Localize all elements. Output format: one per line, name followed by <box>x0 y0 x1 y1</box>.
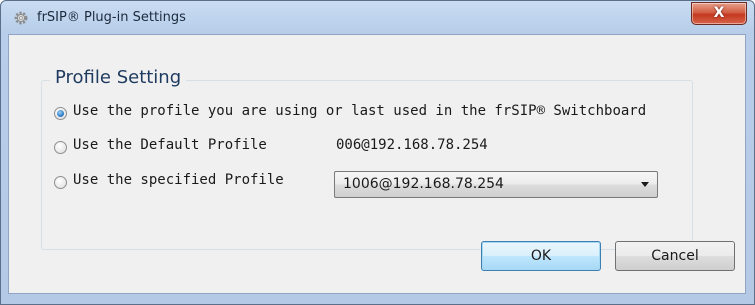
ok-button[interactable]: OK <box>481 241 601 271</box>
radio-specified-profile[interactable] <box>54 176 67 189</box>
default-profile-value: 006@192.168.78.254 <box>336 137 488 153</box>
title-bar[interactable]: frSIP® Plug-in Settings X <box>1 1 754 35</box>
option-default-profile[interactable]: Use the Default Profile <box>54 137 314 157</box>
radio-current-profile[interactable] <box>54 107 67 120</box>
specified-profile-dropdown[interactable]: 1006@192.168.78.254 <box>334 171 658 198</box>
dialog-client-area: Profile Setting Use the profile you are … <box>8 34 746 294</box>
option-default-profile-label: Use the Default Profile <box>73 137 267 153</box>
close-button[interactable]: X <box>691 2 747 25</box>
group-title: Profile Setting <box>50 67 187 88</box>
option-current-profile[interactable]: Use the profile you are using or last us… <box>54 103 694 123</box>
window-title: frSIP® Plug-in Settings <box>37 10 186 25</box>
specified-profile-value: 1006@192.168.78.254 <box>343 176 504 192</box>
cancel-button[interactable]: Cancel <box>615 241 735 271</box>
gear-icon <box>14 11 28 25</box>
close-icon: X <box>713 5 725 21</box>
radio-default-profile[interactable] <box>54 141 67 154</box>
option-specified-profile[interactable]: Use the specified Profile <box>54 172 314 192</box>
option-current-profile-label: Use the profile you are using or last us… <box>73 103 647 119</box>
option-specified-profile-label: Use the specified Profile <box>73 172 284 188</box>
chevron-down-icon <box>641 182 649 187</box>
